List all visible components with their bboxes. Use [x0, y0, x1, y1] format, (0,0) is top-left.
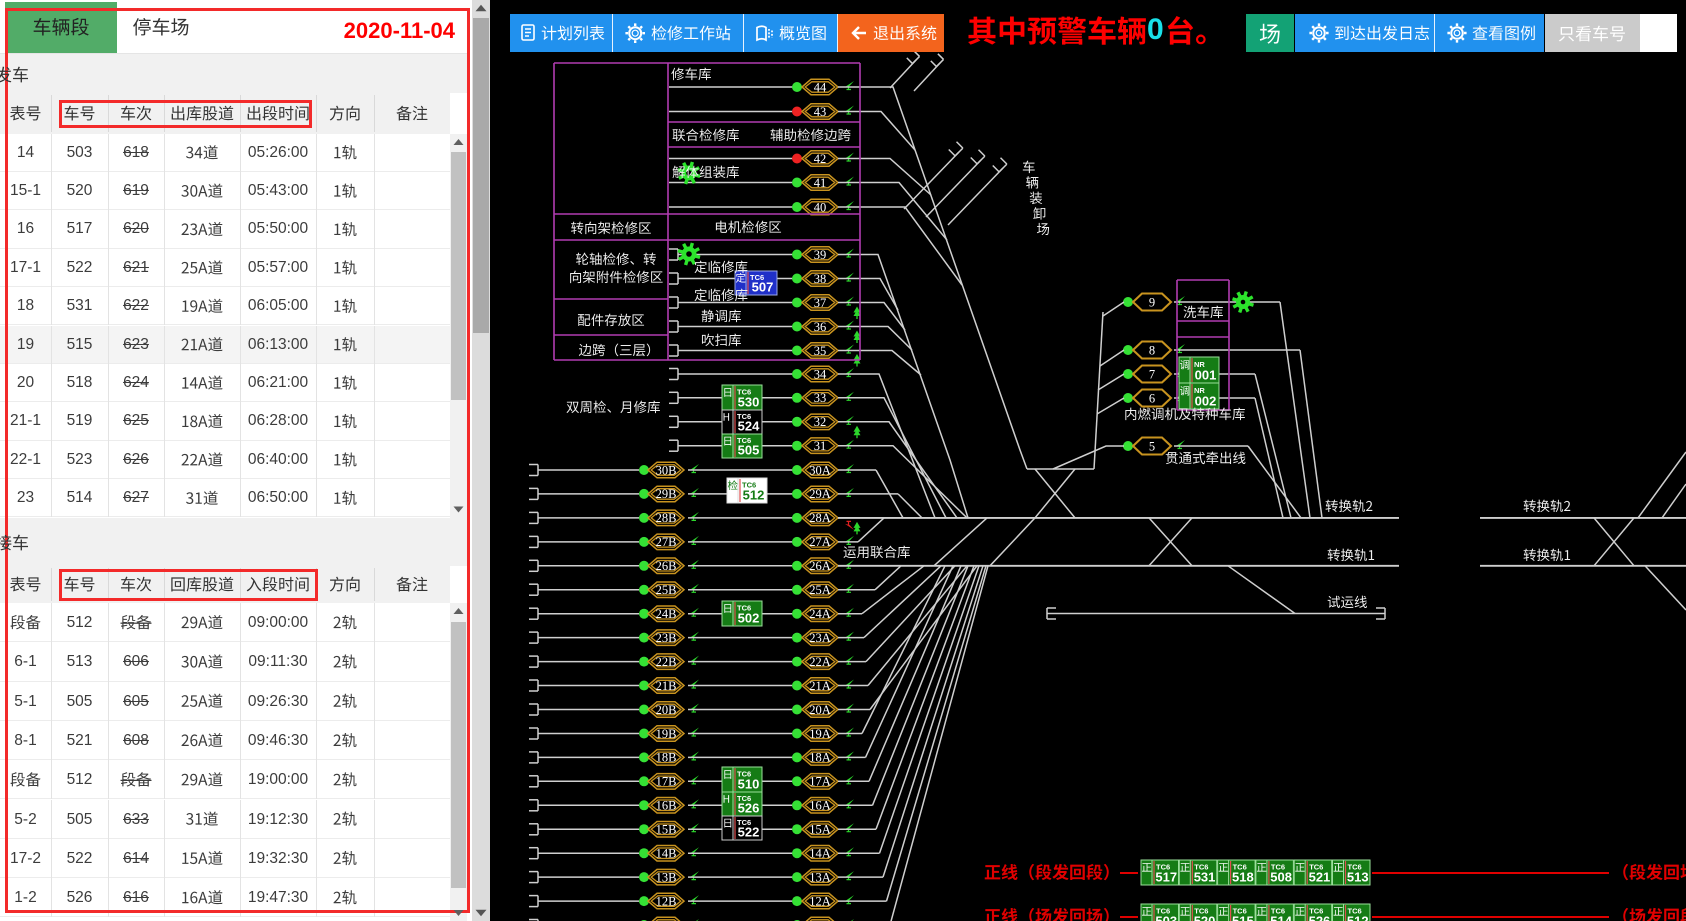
- svg-text:20A: 20A: [809, 703, 831, 717]
- svg-text:515: 515: [1232, 914, 1254, 921]
- svg-text:19A: 19A: [809, 727, 831, 741]
- svg-text:8: 8: [1149, 343, 1155, 357]
- svg-text:7: 7: [1149, 367, 1155, 381]
- svg-text:21B: 21B: [656, 679, 677, 693]
- svg-text:12A: 12A: [809, 894, 831, 908]
- svg-text:5: 5: [1149, 439, 1155, 453]
- svg-text:44: 44: [814, 80, 827, 94]
- svg-text:21A: 21A: [809, 679, 831, 693]
- svg-text:25B: 25B: [656, 583, 677, 597]
- svg-text:20B: 20B: [656, 703, 677, 717]
- svg-text:18A: 18A: [809, 751, 831, 765]
- svg-text:22B: 22B: [656, 655, 677, 669]
- svg-text:526: 526: [1309, 914, 1331, 921]
- svg-text:26B: 26B: [656, 559, 677, 573]
- svg-text:15A: 15A: [809, 823, 831, 837]
- svg-text:531: 531: [1194, 870, 1216, 885]
- svg-text:28B: 28B: [656, 511, 677, 525]
- svg-text:41: 41: [814, 176, 827, 190]
- svg-text:14A: 14A: [809, 847, 831, 861]
- svg-text:30B: 30B: [656, 463, 677, 477]
- svg-text:19B: 19B: [656, 727, 677, 741]
- svg-text:39: 39: [814, 248, 827, 262]
- svg-text:38: 38: [814, 272, 827, 286]
- svg-text:002: 002: [1195, 394, 1217, 409]
- svg-text:13A: 13A: [809, 870, 831, 884]
- svg-text:16A: 16A: [809, 799, 831, 813]
- svg-text:28A: 28A: [809, 511, 831, 525]
- svg-text:6: 6: [1149, 391, 1155, 405]
- svg-text:521: 521: [1309, 870, 1331, 885]
- svg-text:14B: 14B: [656, 847, 677, 861]
- svg-text:12B: 12B: [656, 894, 677, 908]
- svg-text:30A: 30A: [809, 463, 831, 477]
- svg-text:505: 505: [738, 443, 760, 458]
- svg-text:25A: 25A: [809, 583, 831, 597]
- svg-text:43: 43: [814, 105, 827, 119]
- svg-text:508: 508: [1270, 870, 1292, 885]
- svg-text:37: 37: [814, 296, 827, 310]
- svg-text:530: 530: [738, 395, 760, 410]
- svg-text:513: 513: [1347, 870, 1369, 885]
- svg-text:26A: 26A: [809, 559, 831, 573]
- svg-text:13B: 13B: [656, 870, 677, 884]
- svg-text:23B: 23B: [656, 631, 677, 645]
- svg-text:24B: 24B: [656, 607, 677, 621]
- svg-text:503: 503: [1155, 914, 1177, 921]
- svg-text:29B: 29B: [656, 487, 677, 501]
- svg-text:24A: 24A: [809, 607, 831, 621]
- svg-text:27B: 27B: [656, 535, 677, 549]
- svg-text:16B: 16B: [656, 799, 677, 813]
- svg-text:31: 31: [814, 439, 827, 453]
- svg-text:502: 502: [738, 611, 760, 626]
- svg-text:522: 522: [738, 825, 760, 840]
- svg-text:42: 42: [814, 152, 827, 166]
- svg-text:34: 34: [814, 367, 827, 381]
- svg-text:18B: 18B: [656, 751, 677, 765]
- svg-text:510: 510: [738, 777, 760, 792]
- svg-text:518: 518: [1232, 870, 1254, 885]
- svg-text:512: 512: [743, 488, 765, 503]
- svg-text:526: 526: [738, 801, 760, 816]
- svg-text:9: 9: [1149, 295, 1155, 309]
- svg-text:17A: 17A: [809, 775, 831, 789]
- svg-text:507: 507: [752, 280, 774, 295]
- svg-text:512: 512: [1347, 914, 1369, 921]
- svg-text:517: 517: [1155, 870, 1177, 885]
- svg-text:33: 33: [814, 391, 827, 405]
- svg-text:35: 35: [814, 344, 827, 358]
- svg-text:001: 001: [1195, 368, 1217, 383]
- svg-text:36: 36: [814, 320, 827, 334]
- svg-text:524: 524: [738, 419, 760, 434]
- svg-text:29A: 29A: [809, 487, 831, 501]
- svg-text:514: 514: [1270, 914, 1292, 921]
- svg-text:22A: 22A: [809, 655, 831, 669]
- svg-text:15B: 15B: [656, 823, 677, 837]
- svg-text:520: 520: [1194, 914, 1216, 921]
- svg-text:32: 32: [814, 415, 827, 429]
- svg-text:27A: 27A: [809, 535, 831, 549]
- svg-text:40: 40: [814, 200, 827, 214]
- svg-text:17B: 17B: [656, 775, 677, 789]
- svg-text:23A: 23A: [809, 631, 831, 645]
